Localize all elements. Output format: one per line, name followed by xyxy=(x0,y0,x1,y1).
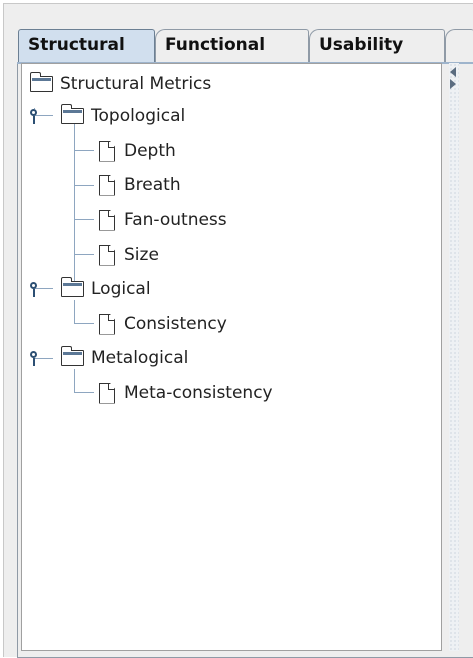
expand-handle-icon[interactable] xyxy=(29,351,41,367)
scroll-left-arrow-icon[interactable] xyxy=(450,67,456,77)
tree-node-label: Meta-consistency xyxy=(124,383,273,403)
tree-node-label: Metalogical xyxy=(91,348,189,368)
folder-icon xyxy=(29,72,53,92)
tree-node-topological[interactable]: Topological xyxy=(60,101,186,131)
file-icon xyxy=(99,382,115,404)
tree-node-size[interactable]: Size xyxy=(99,240,159,270)
tree-line xyxy=(74,150,94,151)
file-icon xyxy=(99,140,115,162)
file-icon xyxy=(99,244,115,266)
tree-node-root[interactable]: Structural Metrics xyxy=(29,69,212,99)
tree-line xyxy=(74,219,94,220)
tree-node-label: Structural Metrics xyxy=(60,74,212,94)
tab-usability-label: Usability xyxy=(319,35,404,55)
folder-icon xyxy=(60,104,84,124)
tab-usability[interactable]: Usability xyxy=(309,29,445,62)
tree-node-fan-outness[interactable]: Fan-outness xyxy=(99,205,227,235)
expand-handle-icon[interactable] xyxy=(29,282,41,298)
tab-functional[interactable]: Functional xyxy=(155,29,309,62)
tab-structural[interactable]: Structural xyxy=(18,29,155,64)
tree-node-label: Consistency xyxy=(124,314,227,334)
file-icon xyxy=(99,313,115,335)
tree-node-label: Topological xyxy=(91,106,186,126)
tree-node-logical[interactable]: Logical xyxy=(60,274,151,304)
tree-node-meta-consistency[interactable]: Meta-consistency xyxy=(99,378,273,408)
expand-handle-icon[interactable] xyxy=(29,109,41,125)
folder-icon xyxy=(60,277,84,297)
tree-line xyxy=(74,185,94,186)
tree-line xyxy=(74,254,94,255)
tree-node-label: Depth xyxy=(124,141,176,161)
folder-icon xyxy=(60,346,84,366)
tree-node-metalogical[interactable]: Metalogical xyxy=(60,343,189,373)
vertical-scrollbar[interactable] xyxy=(449,63,459,651)
metrics-tree[interactable]: Structural Metrics Topological Depth Bre… xyxy=(21,63,442,651)
tab-bar: Structural Functional Usability xyxy=(4,4,473,66)
tab-functional-label: Functional xyxy=(165,35,266,55)
tree-node-label: Logical xyxy=(91,279,151,299)
tree-line xyxy=(74,392,94,393)
scroll-right-arrow-icon[interactable] xyxy=(450,79,456,89)
tab-overflow[interactable] xyxy=(445,29,473,62)
file-icon xyxy=(99,174,115,196)
tree-node-consistency[interactable]: Consistency xyxy=(99,309,227,339)
file-icon xyxy=(99,209,115,231)
tree-node-label: Breath xyxy=(124,175,181,195)
tree-node-label: Fan-outness xyxy=(124,210,227,230)
tree-node-depth[interactable]: Depth xyxy=(99,136,176,166)
tree-node-label: Size xyxy=(124,245,159,265)
tab-structural-label: Structural xyxy=(28,35,125,55)
tree-line xyxy=(74,323,94,324)
tree-node-breath[interactable]: Breath xyxy=(99,170,181,200)
